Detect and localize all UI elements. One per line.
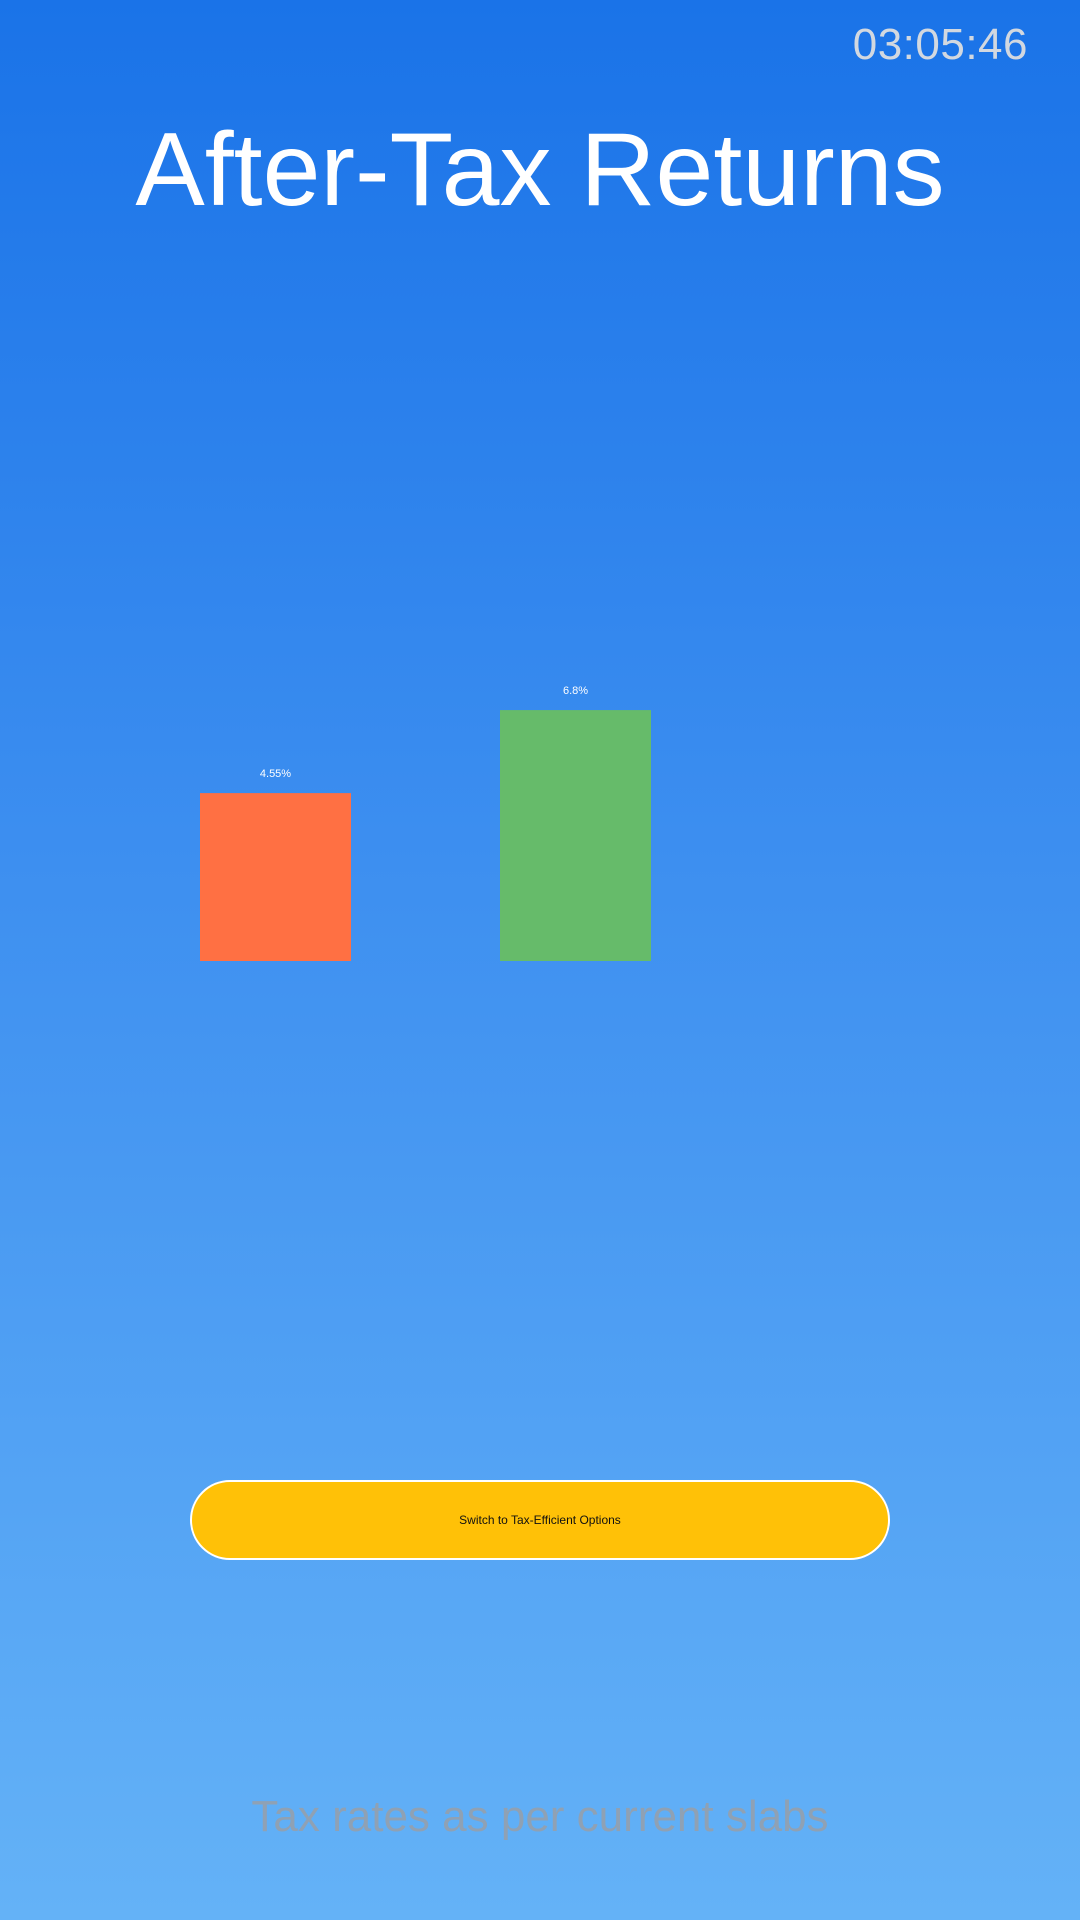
bar-0	[200, 793, 351, 961]
tax-rates-footnote: Tax rates as per current slabs	[251, 1792, 829, 1841]
returns-bar-chart: 4.55% 6.8%	[200, 685, 651, 961]
bar-value-label-0: 4.55%	[260, 768, 291, 780]
bar-1	[500, 710, 651, 961]
bar-value-label-1: 6.8%	[563, 685, 588, 697]
switch-tax-efficient-button[interactable]: Switch to Tax-Efficient Options	[190, 1480, 890, 1560]
